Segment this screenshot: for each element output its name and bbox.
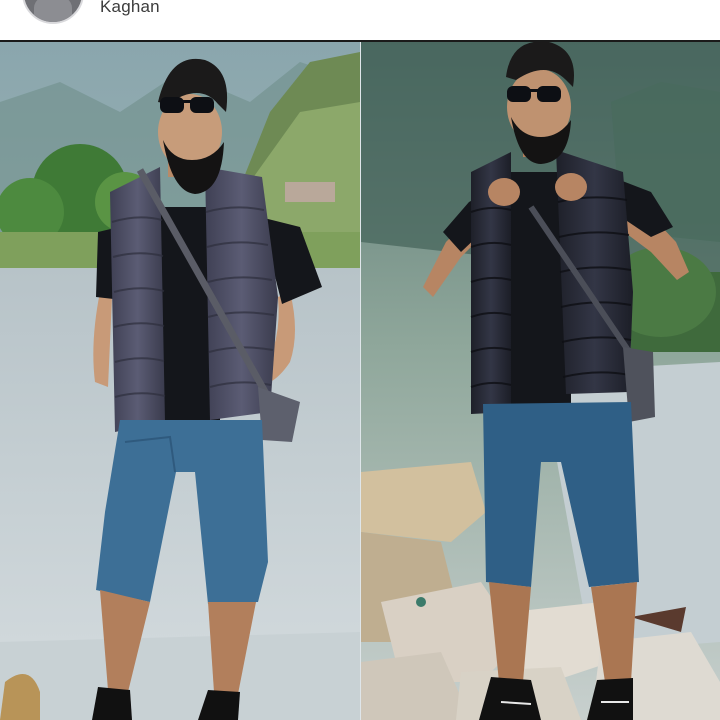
photo-right[interactable]	[361, 42, 720, 720]
photo-right-image	[361, 42, 720, 720]
photo-left[interactable]	[0, 42, 360, 720]
avatar[interactable]	[22, 0, 84, 24]
location-label[interactable]: Kaghan	[100, 0, 160, 17]
post-header: Kaghan	[0, 0, 720, 40]
photo-left-image	[0, 42, 360, 720]
